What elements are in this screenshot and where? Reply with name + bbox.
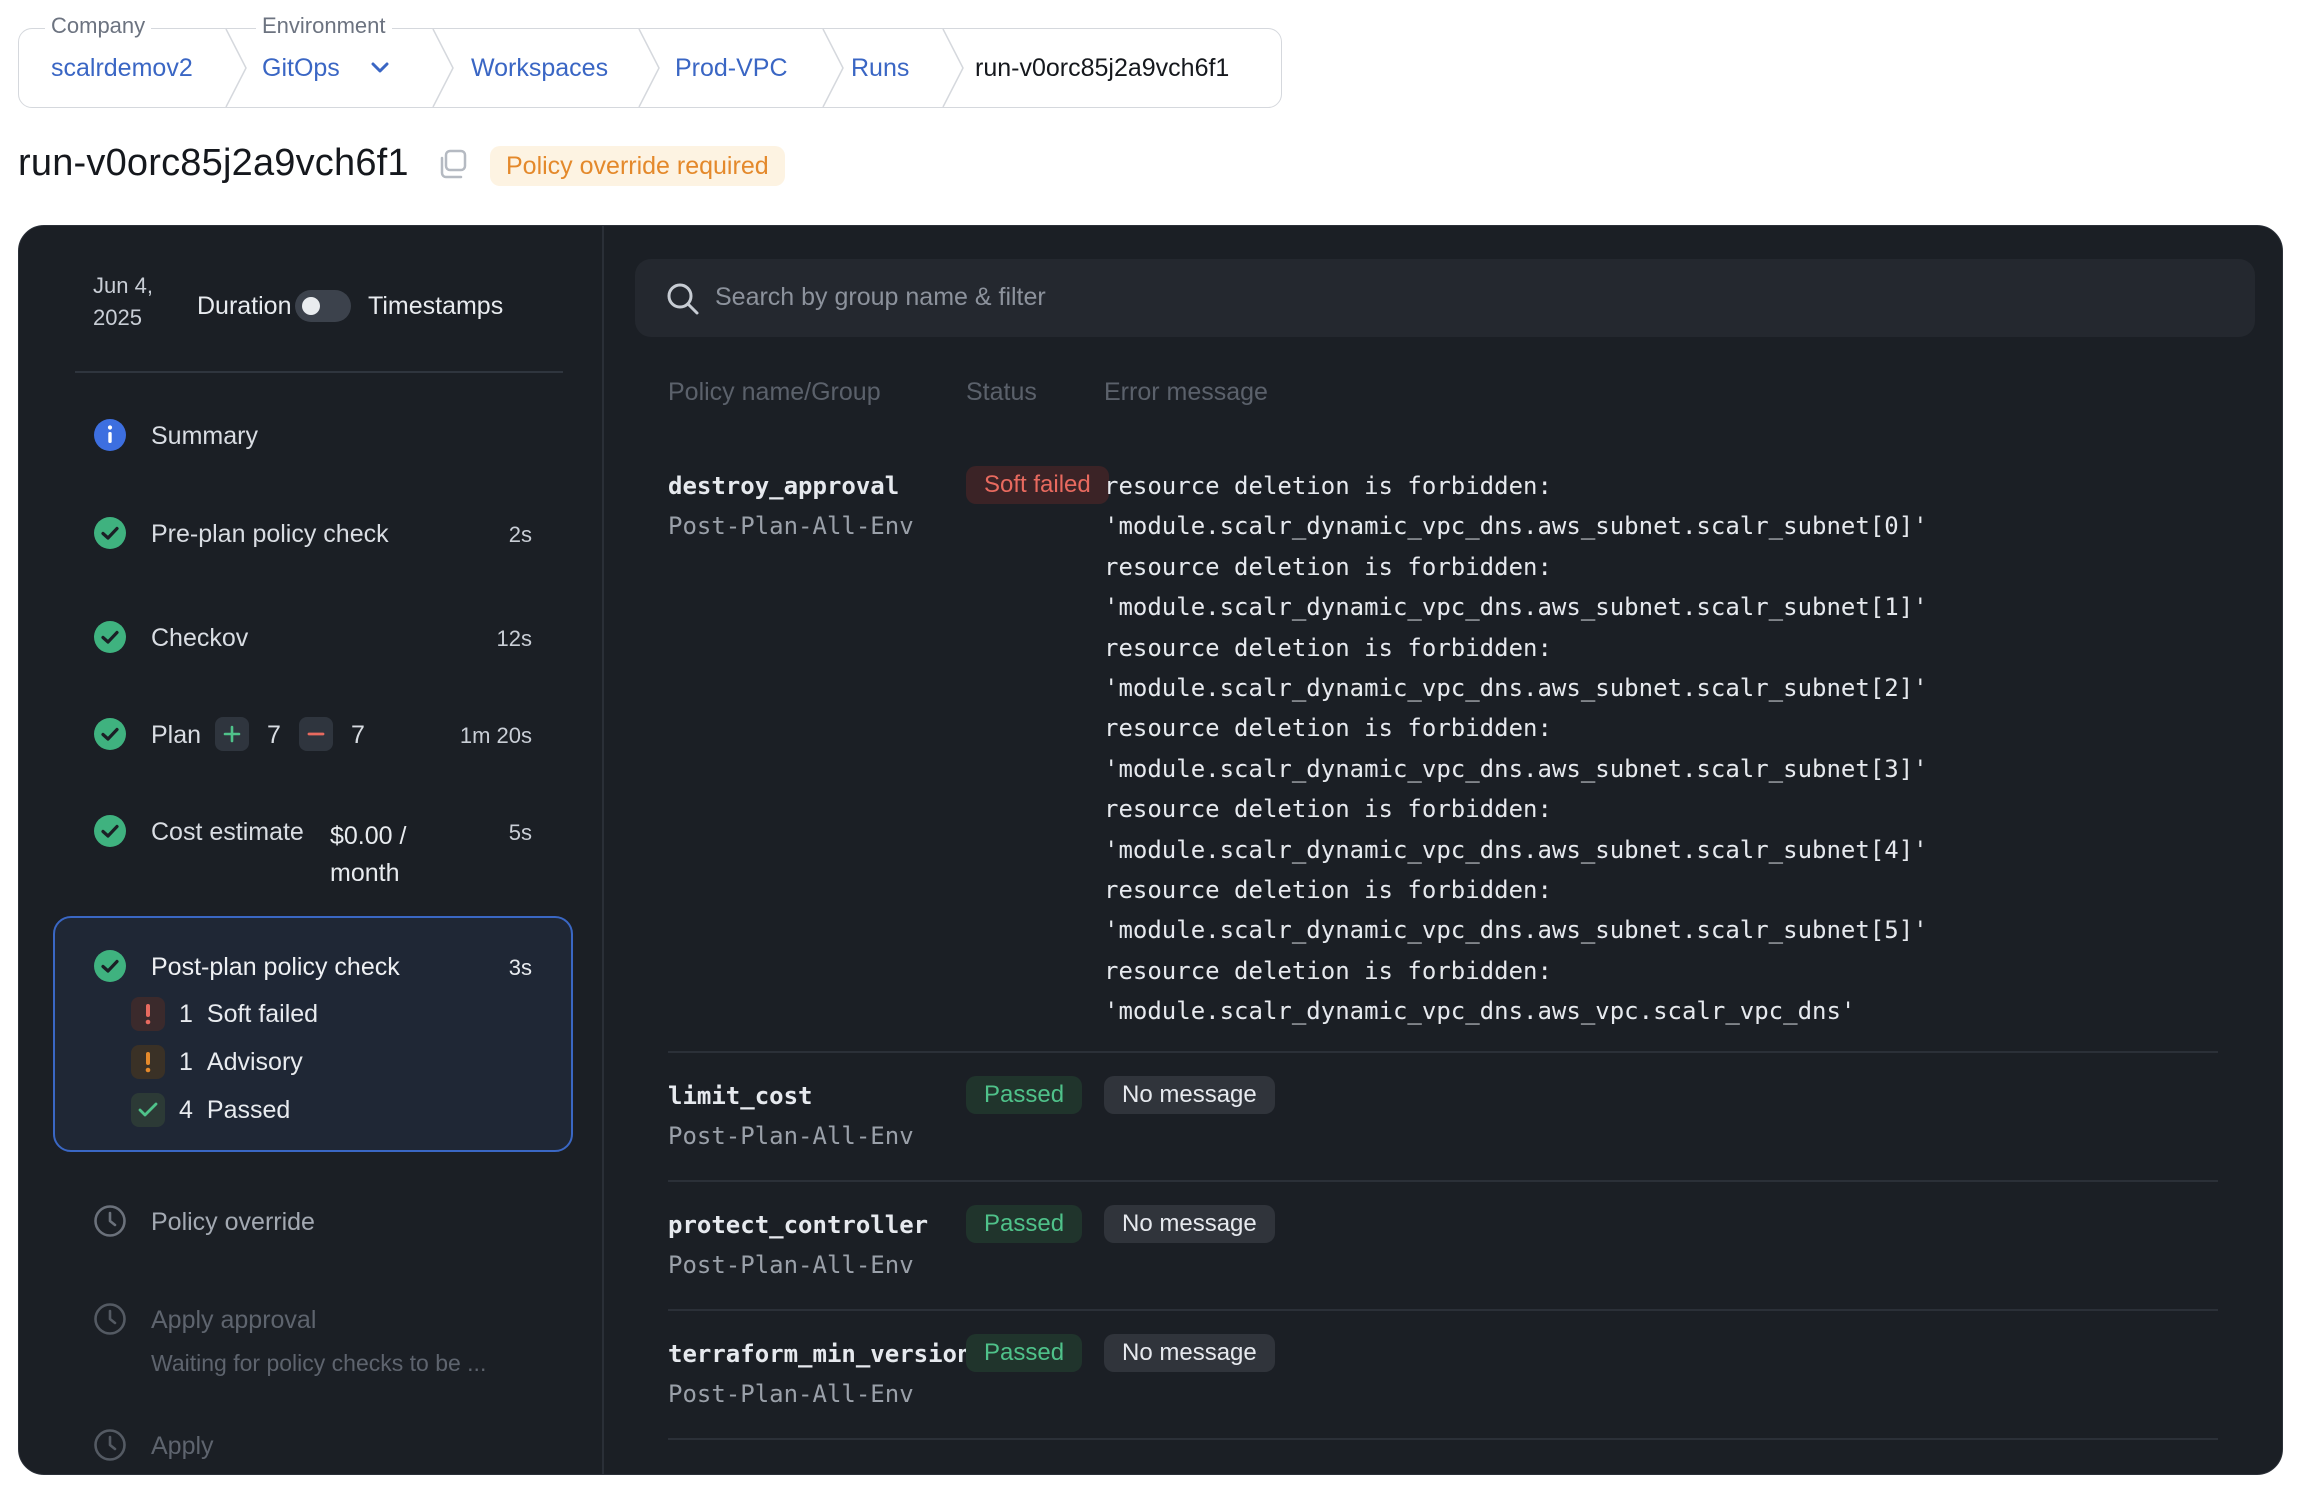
check-circle-icon [93, 949, 127, 988]
step-pre-plan-policy-check[interactable]: Pre-plan policy check 2s [19, 508, 602, 558]
policy-group: Post-Plan-All-Env [668, 1122, 914, 1150]
step-plan[interactable]: Plan 7 7 1m 20s [19, 709, 602, 759]
step-label: Apply approval [151, 1306, 317, 1334]
chevron-down-icon[interactable] [370, 61, 390, 75]
policy-group: Post-Plan-All-Env [668, 512, 914, 540]
step-label: Plan [151, 721, 202, 749]
environment-name: GitOps [262, 53, 340, 82]
policy-group: Post-Plan-All-Env [668, 1380, 914, 1408]
breadcrumb-current-run: run-v0orc85j2a9vch6f1 [975, 53, 1230, 82]
status-badge: Policy override required [490, 146, 785, 186]
row-divider [668, 1438, 2218, 1440]
breadcrumb-separator [431, 29, 455, 107]
row-divider [668, 1051, 2218, 1053]
breadcrumb-workspaces[interactable]: Workspaces [471, 29, 608, 107]
column-header-policy: Policy name/Group [668, 378, 881, 406]
step-label: Post-plan policy check [151, 953, 400, 981]
step-label: Pre-plan policy check [151, 520, 389, 548]
run-date: Jun 4, 2025 [93, 273, 153, 330]
check-circle-icon [93, 620, 127, 659]
search-icon [665, 281, 701, 322]
policy-name: terraform_min_version [668, 1340, 972, 1368]
step-label: Summary [151, 422, 258, 450]
status-badge: Passed [966, 1076, 1083, 1114]
step-policy-override[interactable]: Policy override [19, 1196, 602, 1246]
policy-results-content: Search by group name & filter Policy nam… [602, 226, 2282, 1474]
step-duration: 12s [496, 626, 532, 651]
check-circle-icon [93, 717, 127, 756]
step-label: Cost estimate [151, 818, 304, 846]
clock-icon [93, 1204, 127, 1243]
clock-icon [93, 1428, 127, 1467]
step-duration: 2s [508, 522, 532, 547]
status-badge: Soft failed [966, 466, 1109, 504]
page-title: run-v0orc85j2a9vch6f1 [18, 142, 409, 184]
info-icon [93, 418, 127, 457]
breadcrumb-separator [941, 29, 965, 107]
error-message: No message [1104, 1334, 1275, 1372]
timeline-header: Jun 4, 2025 Duration Timestamps [93, 270, 563, 350]
check-circle-icon [93, 814, 127, 853]
search-input[interactable]: Search by group name & filter [635, 259, 2255, 337]
plan-destroy-count: 7 [351, 721, 365, 749]
policy-group: Post-Plan-All-Env [668, 1251, 914, 1279]
step-post-plan-header: Post-plan policy check 3s [19, 941, 602, 991]
plan-add-count: 7 [267, 721, 281, 749]
exclamation-icon [131, 1045, 165, 1079]
minus-icon [299, 717, 333, 751]
breadcrumb-company[interactable]: scalrdemov2 [51, 29, 193, 107]
policy-name: protect_controller [668, 1211, 929, 1239]
status-badge: Passed [966, 1334, 1083, 1372]
divider [75, 371, 563, 373]
toggle-knob [302, 297, 320, 315]
duration-timestamps-toggle[interactable] [295, 290, 351, 322]
step-duration: 3s [508, 955, 532, 980]
duration-label: Duration [197, 292, 292, 320]
policy-name: destroy_approval [668, 472, 900, 500]
breadcrumb: Company Environment scalrdemov2 GitOps W… [18, 13, 1282, 108]
plus-icon [215, 717, 249, 751]
step-duration: 1m 20s [459, 723, 532, 748]
step-cost-estimate[interactable]: Cost estimate $0.00 / month 5s [19, 806, 602, 887]
step-apply[interactable]: Apply [19, 1420, 602, 1470]
breadcrumb-environment[interactable]: GitOps [262, 29, 390, 107]
error-message: No message [1104, 1076, 1275, 1114]
policy-result-advisory[interactable]: 1 Advisory [131, 1045, 303, 1079]
check-circle-icon [93, 516, 127, 555]
timestamps-label: Timestamps [368, 292, 504, 320]
policy-result-passed[interactable]: 4 Passed [131, 1093, 290, 1127]
copy-icon[interactable] [437, 148, 469, 185]
run-details-panel: Jun 4, 2025 Duration Timestamps Summary … [18, 225, 2283, 1475]
error-message: No message [1104, 1205, 1275, 1243]
breadcrumb-runs[interactable]: Runs [851, 29, 909, 107]
breadcrumb-separator [637, 29, 661, 107]
error-message: resource deletion is forbidden: 'module.… [1104, 472, 1928, 1026]
row-divider [668, 1180, 2218, 1182]
step-label: Checkov [151, 624, 249, 652]
status-badge: Passed [966, 1205, 1083, 1243]
cost-value: $0.00 / month [330, 822, 407, 887]
step-label: Policy override [151, 1208, 315, 1236]
breadcrumb-separator [224, 29, 248, 107]
step-apply-approval[interactable]: Apply approval Waiting for policy checks… [19, 1294, 602, 1376]
clock-icon [93, 1302, 127, 1341]
exclamation-icon [131, 997, 165, 1031]
step-checkov[interactable]: Checkov 12s [19, 612, 602, 662]
row-divider [668, 1309, 2218, 1311]
check-icon [131, 1093, 165, 1127]
policy-name: limit_cost [668, 1082, 813, 1110]
step-duration: 5s [508, 820, 532, 845]
run-steps-sidebar: Jun 4, 2025 Duration Timestamps Summary … [19, 226, 604, 1474]
step-summary[interactable]: Summary [19, 410, 602, 460]
column-header-error: Error message [1104, 378, 1268, 406]
search-placeholder: Search by group name & filter [715, 283, 1046, 311]
breadcrumb-separator [821, 29, 845, 107]
column-header-status: Status [966, 378, 1037, 406]
step-label: Apply [151, 1432, 214, 1460]
step-sublabel: Waiting for policy checks to be ... [151, 1350, 487, 1376]
policy-result-soft-failed[interactable]: 1 Soft failed [131, 997, 318, 1031]
breadcrumb-workspace[interactable]: Prod-VPC [675, 29, 788, 107]
